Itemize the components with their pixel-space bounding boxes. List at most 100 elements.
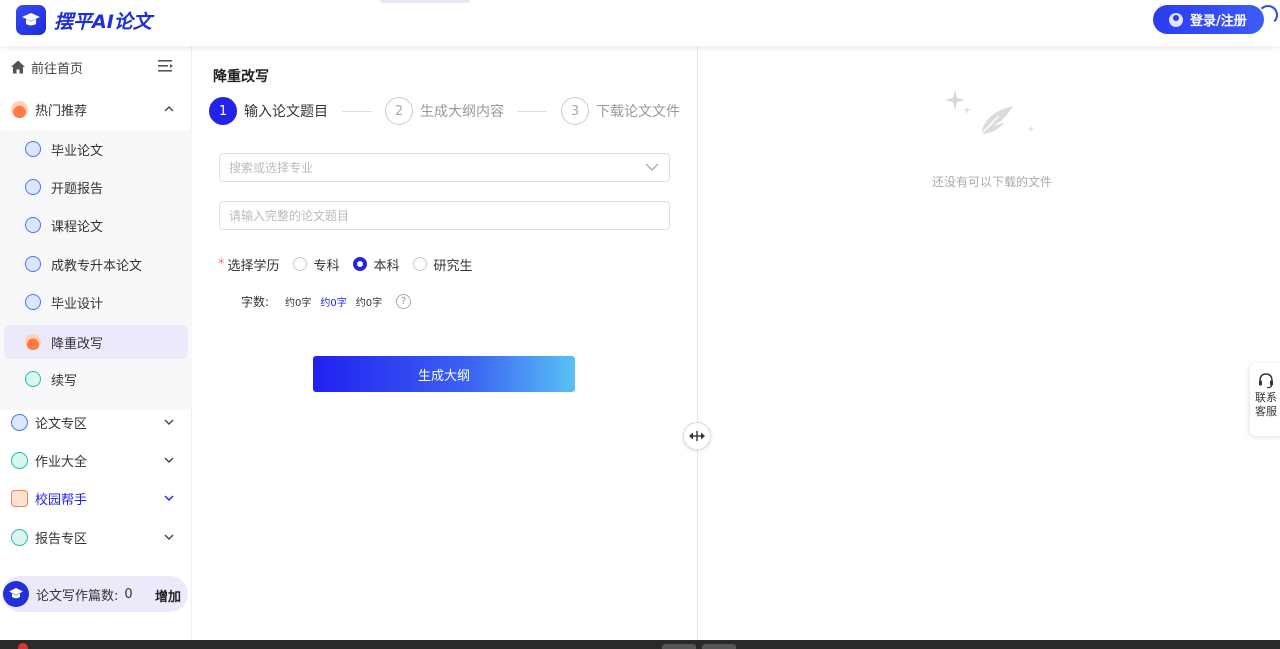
steps-indicator: 1 输入论文题目 2 生成大纲内容 3 下载论文文件 <box>209 97 689 127</box>
login-register-button[interactable]: 登录/注册 <box>1153 5 1264 34</box>
login-register-label: 登录/注册 <box>1190 14 1247 29</box>
sidebar-item-label: 成教专升本论文 <box>51 258 143 274</box>
step-connector <box>517 111 547 112</box>
empty-feather-icon <box>945 90 1034 135</box>
sidebar-item-label: 毕业设计 <box>51 296 104 312</box>
step-number: 3 <box>561 97 589 125</box>
step-number: 2 <box>385 97 413 125</box>
chevron-down-icon <box>164 457 174 463</box>
paper-count-label: 论文写作篇数: <box>36 588 119 604</box>
sidebar-item-label: 毕业论文 <box>51 143 104 159</box>
radio-undergraduate[interactable]: 本科 <box>352 255 400 274</box>
sidebar-group-homework[interactable]: 作业大全 <box>0 441 192 479</box>
collapse-menu-icon[interactable] <box>158 59 174 73</box>
topic-input[interactable] <box>229 208 669 223</box>
radio-label: 研究生 <box>433 258 473 274</box>
word-option[interactable]: 约0字 <box>356 294 382 309</box>
word-option-selected[interactable]: 约0字 <box>320 294 346 309</box>
sidebar-group-label: 校园帮手 <box>35 492 88 508</box>
sidebar-item-graduation-thesis[interactable]: 毕业论文 <box>0 132 192 166</box>
sidebar-item-continue-writing[interactable]: 续写 <box>0 362 192 396</box>
chevron-up-icon <box>164 106 174 112</box>
sidebar-group-report-zone[interactable]: 报告专区 <box>0 518 192 556</box>
chevron-down-icon <box>164 419 174 425</box>
radio-dot <box>352 257 367 271</box>
sidebar-group-campus-helper[interactable]: 校园帮手 <box>0 479 192 517</box>
doc-icon <box>25 294 41 310</box>
customer-service-button[interactable]: 联系客服 <box>1250 363 1280 436</box>
sidebar-item-label: 续写 <box>51 373 78 389</box>
doc-icon <box>25 179 41 195</box>
radio-junior-college[interactable]: 专科 <box>292 255 340 274</box>
taskbar-tab[interactable] <box>702 644 736 649</box>
help-icon[interactable]: ? <box>396 293 412 309</box>
sidebar-group-label: 热门推荐 <box>35 103 88 119</box>
word-option[interactable]: 约0字 <box>285 294 311 309</box>
main-panel: 降重改写 1 输入论文题目 2 生成大纲内容 3 下载论文文件 * 选择学历 专… <box>192 46 697 640</box>
generate-outline-button[interactable]: 生成大纲 <box>313 356 575 392</box>
headset-icon <box>1259 373 1273 389</box>
page-title: 降重改写 <box>213 69 269 85</box>
step-label: 输入论文题目 <box>244 104 328 120</box>
major-select[interactable] <box>219 153 670 182</box>
hot-fire-icon <box>25 334 41 350</box>
step-connector <box>342 111 372 112</box>
bars-icon <box>25 371 41 387</box>
hot-fire-icon <box>11 100 28 118</box>
paper-count-bar: 论文写作篇数: 0 增加 <box>2 576 188 612</box>
step-label: 生成大纲内容 <box>420 104 504 120</box>
chevron-down-icon <box>164 495 174 501</box>
sidebar-group-label: 作业大全 <box>35 454 88 470</box>
campus-icon <box>11 489 28 507</box>
major-search-input[interactable] <box>229 160 669 175</box>
resize-arrows-icon <box>689 431 705 441</box>
radio-label: 专科 <box>313 258 340 274</box>
login-decoration-icon <box>1258 5 1278 25</box>
taskbar-tab[interactable] <box>662 644 696 649</box>
sidebar: 前往首页 热门推荐 毕业论文 开题报告 课程论文 成教专升本论文 毕业设计 降重… <box>0 46 192 640</box>
step-label: 下载论文文件 <box>596 104 680 120</box>
sidebar-home-link[interactable]: 前往首页 <box>0 54 192 80</box>
sidebar-item-graduation-design[interactable]: 毕业设计 <box>0 285 192 319</box>
step-3: 3 下载论文文件 <box>561 97 680 125</box>
sidebar-group-label: 报告专区 <box>35 531 88 547</box>
doc-icon <box>25 141 41 157</box>
radio-graduate[interactable]: 研究生 <box>412 255 473 274</box>
paper-count-value: 0 <box>124 586 133 602</box>
chevron-down-icon <box>164 534 174 540</box>
sidebar-item-adult-education-paper[interactable]: 成教专升本论文 <box>0 247 192 281</box>
doc-icon <box>25 217 41 233</box>
taskbar-app-icon[interactable] <box>18 643 28 649</box>
home-label: 前往首页 <box>31 61 84 77</box>
bars-icon <box>11 528 28 546</box>
os-taskbar <box>0 640 1280 649</box>
sidebar-item-rewrite[interactable]: 降重改写 <box>4 325 188 359</box>
top-header: 摆平AI论文 登录/注册 <box>0 0 1280 46</box>
top-tab-indicator <box>380 0 470 3</box>
graduation-cap-icon <box>3 581 29 607</box>
resize-handle[interactable] <box>683 422 711 450</box>
hot-submenu: 毕业论文 开题报告 课程论文 成教专升本论文 毕业设计 降重改写 续写 <box>0 130 192 410</box>
step-2: 2 生成大纲内容 <box>385 97 504 125</box>
sidebar-group-paper-zone[interactable]: 论文专区 <box>0 403 192 441</box>
sidebar-item-proposal-report[interactable]: 开题报告 <box>0 170 192 204</box>
doc-icon <box>11 413 28 431</box>
sidebar-group-label: 论文专区 <box>35 416 88 432</box>
user-icon <box>1169 12 1183 27</box>
logo[interactable]: 摆平AI论文 <box>16 5 152 35</box>
home-icon <box>11 60 25 74</box>
education-selector: * 选择学历 专科 本科 研究生 <box>218 254 473 274</box>
radio-label: 本科 <box>373 258 400 274</box>
radio-dot <box>292 257 307 271</box>
sidebar-group-hot[interactable]: 热门推荐 <box>0 90 192 128</box>
word-count-label: 字数: <box>241 294 270 309</box>
sidebar-item-label: 开题报告 <box>51 181 104 197</box>
add-count-button[interactable]: 增加 <box>155 586 181 605</box>
empty-state-text: 还没有可以下载的文件 <box>932 175 1053 189</box>
topic-field[interactable] <box>219 201 670 230</box>
customer-service-label: 联系客服 <box>1255 391 1277 418</box>
sidebar-item-course-paper[interactable]: 课程论文 <box>0 208 192 242</box>
panel-divider <box>697 46 698 640</box>
bars-icon <box>11 451 28 469</box>
doc-icon <box>25 256 41 272</box>
